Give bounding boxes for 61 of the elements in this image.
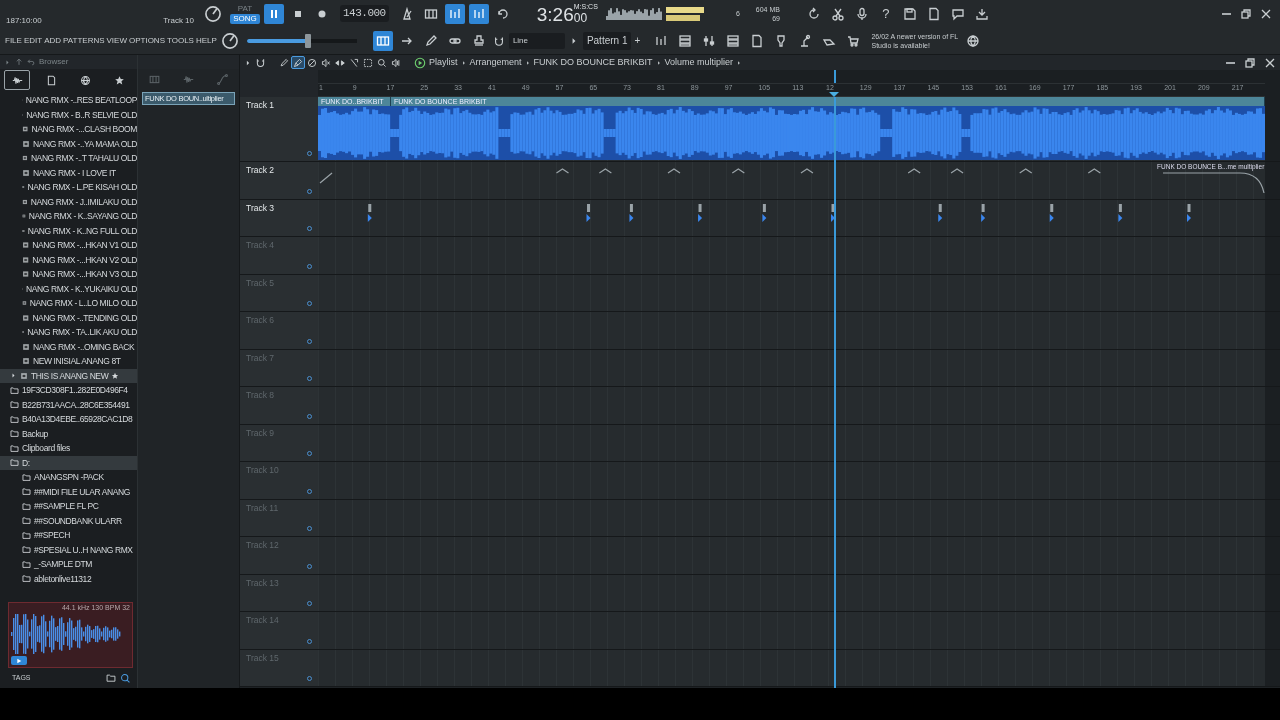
browser-file[interactable]: NANG RMX -..YA MAMA OLD xyxy=(0,136,137,151)
browser-folder[interactable]: _-SAMPLE DTM xyxy=(0,557,137,572)
breadcrumb-item[interactable]: FUNK DO BOUNCE BRIKBIT xyxy=(533,57,653,68)
browser-folder[interactable]: abletonlive11312 xyxy=(0,571,137,586)
pinned-folder[interactable]: THIS IS ANANG NEW xyxy=(0,368,137,383)
track-name[interactable]: Track 3 xyxy=(246,202,275,213)
clock-time: 3:26 xyxy=(536,4,574,25)
track-label: Track 10 xyxy=(163,15,194,26)
browser-file[interactable]: NANG RMX - B..R SELVIE OLD xyxy=(0,107,137,122)
browser-file[interactable]: NANG RMX -..TENDING OLD xyxy=(0,310,137,325)
browser-folder[interactable]: ANANGSPN -PACK xyxy=(0,470,137,485)
snap-dropdown[interactable]: Line xyxy=(508,32,565,49)
track-name[interactable]: Track 1 xyxy=(246,100,275,110)
browser-folder[interactable]: ##SAMPLE FL PC xyxy=(0,499,137,514)
browser-file[interactable]: NANG RMX - J..IMILAKU OLD xyxy=(0,194,137,209)
track-name[interactable]: Track 2 xyxy=(246,165,275,175)
menu-item[interactable]: TOOLS xyxy=(167,35,194,46)
mode-toggle[interactable]: SONG xyxy=(230,13,260,24)
browser-folder[interactable]: B22B731AACA..28C6E354491 xyxy=(0,397,137,412)
mode-toggle[interactable]: PAT xyxy=(230,3,260,14)
browser-file[interactable]: NANG RMX -...HKAN V3 OLD xyxy=(0,267,137,282)
browser-folder[interactable]: Backup xyxy=(0,426,137,441)
menu-item[interactable]: VIEW xyxy=(106,35,127,46)
menu-item[interactable]: PATTERNS xyxy=(63,35,105,46)
browser-file[interactable]: NANG RMX -..RES BEATLOOP xyxy=(0,93,137,108)
menu-item[interactable]: EDIT xyxy=(23,35,43,46)
browser-folder[interactable]: ##MIDI FILE ULAR ANANG xyxy=(0,484,137,499)
clock-fraction: 00 xyxy=(573,10,589,25)
menu-item[interactable]: ADD xyxy=(44,35,62,46)
help-button[interactable]: ? xyxy=(875,3,896,24)
browser-file[interactable]: NANG RMX - K..NG FULL OLD xyxy=(0,223,137,238)
browser-file[interactable]: NANG RMX - TA..LIK AKU OLD xyxy=(0,325,137,340)
menu-item[interactable]: FILE xyxy=(5,35,22,46)
browser-folder[interactable]: 19F3CD308F1..282E0D496F4 xyxy=(0,383,137,398)
browser-folder[interactable]: D: xyxy=(0,455,137,470)
browser-file[interactable]: NANG RMX -...HKAN V1 OLD xyxy=(0,238,137,253)
browser-folder[interactable]: #SPESIAL U..H NANG RMX xyxy=(0,542,137,557)
browser-folder[interactable]: ##SPECH xyxy=(0,528,137,543)
browser-file[interactable]: NANG RMX - K..SAYANG OLD xyxy=(0,209,137,224)
browser-folder[interactable]: B40A13D4EBE..65928CAC1D8 xyxy=(0,412,137,427)
browser-file[interactable]: NANG RMX -...HKAN V2 OLD xyxy=(0,252,137,267)
add-pattern-button[interactable]: + xyxy=(631,30,644,51)
breadcrumb-item[interactable]: Playlist xyxy=(429,57,458,68)
browser-folder[interactable]: Clipboard files xyxy=(0,441,137,456)
browser-file[interactable]: NANG RMX - L..LO MILO OLD xyxy=(0,296,137,311)
browser-file[interactable]: NANG RMX - L.PE KISAH OLD xyxy=(0,180,137,195)
breadcrumb-item[interactable]: Arrangement xyxy=(469,57,522,68)
browser-title: Browser xyxy=(39,57,69,67)
browser-file[interactable]: NANG RMX -..OMING BACK xyxy=(0,339,137,354)
browser-file[interactable]: NEW INISIAL ANANG 8T xyxy=(0,354,137,369)
hint-text: 187:10:00 xyxy=(6,15,42,26)
browser-file[interactable]: NANG RMX - I LOVE IT xyxy=(0,165,137,180)
breadcrumb-item[interactable]: Volume multiplier xyxy=(664,57,734,68)
browser-folder[interactable]: ##SOUNDBANK ULARR xyxy=(0,513,137,528)
browser-file[interactable]: NANG RMX - K..YUKAIKU OLD xyxy=(0,281,137,296)
pattern-selector[interactable]: Pattern 1 xyxy=(582,31,632,50)
tempo-display[interactable]: 143.000 xyxy=(340,4,389,23)
menu-item[interactable]: HELP xyxy=(195,35,217,46)
browser-file[interactable]: NANG RMX -..T TAHALU OLD xyxy=(0,151,137,166)
browser-file[interactable]: NANG RMX -...CLASH BOOM xyxy=(0,122,137,137)
menu-item[interactable]: OPTIONS xyxy=(128,35,165,46)
